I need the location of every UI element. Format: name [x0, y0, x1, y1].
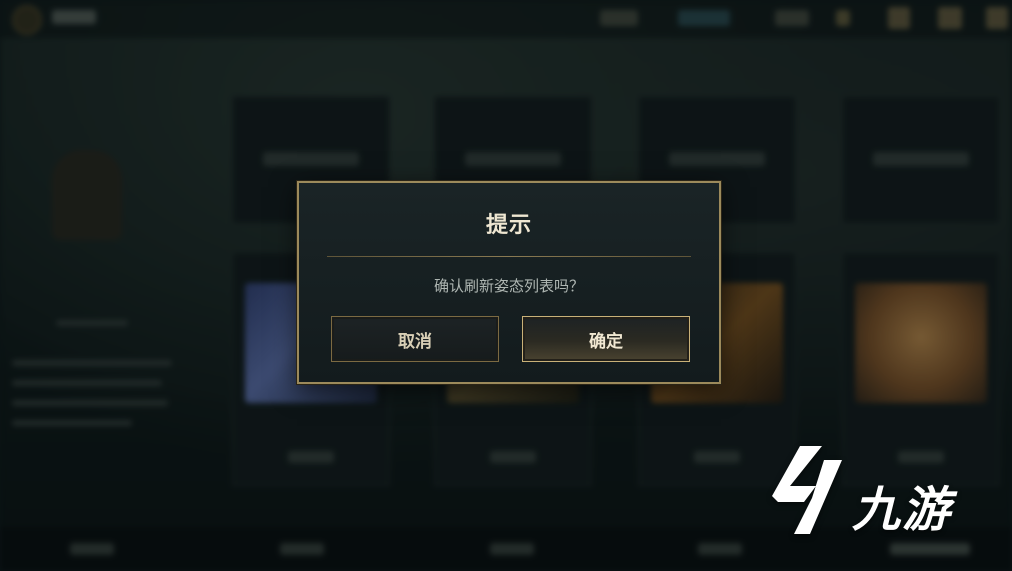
- jiuyou-logo-icon: [772, 446, 842, 534]
- watermark: 九游: [770, 440, 980, 540]
- dialog-divider: [327, 256, 691, 257]
- dialog-title: 提示: [485, 213, 532, 238]
- confirm-dialog: 提示 确认刷新姿态列表吗？ 取消 确定: [297, 181, 721, 384]
- cancel-button[interactable]: 取消: [331, 316, 499, 362]
- dialog-message: 确认刷新姿态列表吗？: [433, 277, 584, 295]
- watermark-text: 九游: [852, 482, 953, 538]
- confirm-button[interactable]: 确定: [522, 316, 690, 362]
